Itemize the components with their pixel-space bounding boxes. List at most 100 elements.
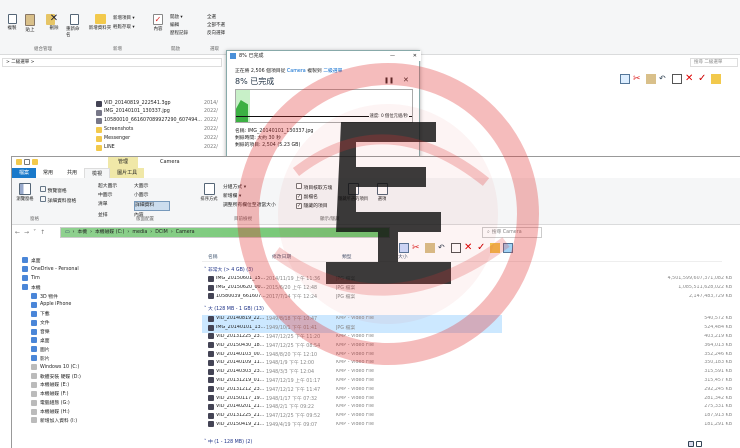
table-row[interactable]: VID_20140303_23... 1948/3/3 下午 12:04 KMP -… [202, 368, 732, 377]
cell-type: KMP - Video File [336, 386, 374, 392]
layout-medium[interactable]: 中圖示 [98, 192, 134, 200]
history-item[interactable]: 歷程記錄 [170, 30, 188, 38]
copy-icon[interactable] [620, 74, 630, 84]
details-pane-item[interactable]: 詳細資料窗格 [40, 196, 76, 206]
sidebar-item[interactable]: 文件 [22, 318, 192, 327]
layout-small[interactable]: 小圖示 [134, 192, 170, 200]
sidebar-item[interactable]: 圖片 [22, 345, 192, 354]
sidebar-item[interactable]: 下載 [22, 309, 192, 318]
tab-manage-context[interactable]: 管理 [108, 157, 138, 168]
up-arrow-icon[interactable]: ↑ [40, 229, 45, 236]
properties-icon[interactable] [24, 159, 30, 165]
large-icons-view-icon[interactable] [696, 441, 702, 447]
table-row[interactable]: VID_20150117_19... 1948/1/17 下午 07:32 KMP … [202, 394, 732, 403]
tab-home[interactable]: 常用 [36, 168, 60, 178]
open-item[interactable]: 開啟 ▾ [170, 14, 188, 22]
close-button[interactable]: ✕ [413, 51, 417, 61]
preview-pane-item[interactable]: 預覽窗格 [40, 186, 76, 196]
sidebar-item[interactable]: OneDrive - Personal [22, 265, 192, 274]
sidebar-item[interactable]: 軟體安裝 硬碟 (D:) [22, 372, 192, 381]
path-drive-c[interactable]: 本機磁碟 (C:) [95, 228, 124, 237]
sidebar-item[interactable]: 電腦組態 (G:) [22, 398, 192, 407]
cell-size: 187,913 KB [704, 413, 732, 419]
table-row[interactable]: VID_20131225_21... 1947/12/25 下午 09:52 KMP… [202, 412, 732, 421]
sort-by-button[interactable]: 排序方式 [198, 183, 220, 202]
sidebar-item[interactable]: Apple iPhone [22, 300, 192, 309]
edit-item[interactable]: 編輯 [170, 22, 188, 30]
details-view-icon[interactable] [688, 441, 694, 447]
layout-tiles[interactable]: 並排 [98, 212, 134, 220]
minimize-button[interactable]: — [390, 51, 395, 61]
tab-file[interactable]: 檔案 [12, 168, 37, 178]
delete-button[interactable]: ✕ 刪除 [46, 14, 62, 32]
path-sep: › [127, 230, 130, 235]
cell-size: 292,245 KB [704, 386, 732, 392]
video-file-icon [208, 351, 214, 358]
invert-selection[interactable]: 反向選擇 [207, 30, 225, 38]
properties-icon[interactable] [672, 74, 682, 84]
forward-arrow-icon[interactable]: → [24, 229, 29, 236]
table-row[interactable]: VID_20131219_01... 1947/12/19 上午 01:17 KMP… [202, 377, 732, 386]
navigation-pane-button[interactable]: 瀏覽窗格 [15, 183, 35, 202]
folder-icon[interactable] [16, 159, 22, 165]
cut-icon[interactable]: ✂ [633, 74, 643, 84]
chevron-down-icon[interactable]: ˅ [33, 229, 36, 236]
folder-icon [96, 136, 102, 143]
table-row[interactable]: VID_20131212_23... 1947/12/12 下午 11:47 KMP… [202, 385, 732, 394]
sidebar-item[interactable]: 新增加入資料 (I:) [22, 416, 192, 425]
back-search[interactable]: 搜尋 二級選單 [690, 58, 738, 67]
new-folder-icon[interactable] [711, 74, 721, 84]
back-arrow-icon[interactable]: ← [15, 229, 20, 236]
sidebar-item[interactable]: 音樂 [22, 327, 192, 336]
path-dcim[interactable]: DCIM [155, 228, 168, 237]
group-open: 開啟 [171, 47, 180, 52]
table-row[interactable]: VID_20150419_21... 1949/4/19 下午 09:07 KMP … [202, 421, 732, 430]
group-header-medium[interactable]: ˅ 中 (1 - 128 MB) (2) [204, 438, 252, 445]
tab-view[interactable]: 檢視 [84, 168, 111, 178]
tab-picture-tools[interactable]: 圖片工具 [110, 168, 145, 178]
sidebar-item[interactable]: 本機磁碟 (F:) [22, 389, 192, 398]
sidebar-item[interactable]: 本機磁碟 (E:) [22, 380, 192, 389]
sidebar-item-label: 下載 [40, 312, 50, 318]
sidebar-item-icon [31, 399, 37, 406]
easy-access[interactable]: 輕鬆存取 ▾ [113, 23, 135, 32]
properties-button[interactable]: ✓ 內容 [150, 14, 166, 32]
paste-icon[interactable] [646, 74, 656, 84]
sidebar-item[interactable]: 本機磁碟 (H:) [22, 407, 192, 416]
rename-button[interactable]: 重新命名 [66, 14, 82, 38]
copy-button[interactable]: 複製 [4, 14, 20, 31]
column-name[interactable]: 名稱 [208, 253, 218, 262]
select-none[interactable]: 全部不選 [207, 22, 225, 30]
list-item[interactable]: LINE 2022/ [96, 144, 226, 153]
path-this-pc[interactable]: 本機 [77, 228, 87, 237]
layout-details[interactable]: 詳細資料 [134, 201, 170, 211]
sidebar-item[interactable]: 桌面 [22, 256, 192, 265]
sidebar-item[interactable]: 3D 物件 [22, 292, 192, 301]
new-folder-button[interactable]: 新增資料夾 [89, 14, 111, 31]
layout-extra-large[interactable]: 超大圖示 [98, 183, 134, 191]
table-row[interactable]: VID_20140201_21... 1948/2/1 下午 09:22 KMP -… [202, 403, 732, 412]
undo-icon[interactable]: ↶ [659, 74, 669, 84]
layout-list[interactable]: 清單 [98, 201, 134, 211]
layout-large[interactable]: 大圖示 [134, 183, 170, 191]
select-all[interactable]: 全選 [207, 14, 225, 22]
new-folder-icon[interactable] [32, 159, 38, 165]
sidebar-item[interactable]: 桌面 [22, 336, 192, 345]
path-camera[interactable]: Camera [176, 228, 195, 237]
paste-button[interactable]: 貼上 [22, 14, 38, 33]
back-address-bar[interactable]: > 二級選單 > [2, 58, 222, 67]
check-icon[interactable]: ✓ [698, 74, 708, 84]
cell-size: 275,331 KB [704, 404, 732, 410]
sidebar-item[interactable]: 本機 [22, 283, 192, 292]
sidebar-item-icon [31, 381, 37, 388]
rename-label: 重新命名 [66, 27, 80, 38]
sidebar-item[interactable]: Windows 10 (C:) [22, 363, 192, 372]
path-media[interactable]: media [132, 228, 147, 237]
sidebar-item[interactable]: 影片 [22, 354, 192, 363]
sidebar-item[interactable]: Tim [22, 274, 192, 283]
new-item[interactable]: 新增項目 ▾ [113, 14, 135, 23]
image-file-icon [208, 284, 214, 291]
delete-x-icon[interactable]: ✕ [685, 74, 695, 84]
new-item-menu[interactable]: 新增項目 ▾ 輕鬆存取 ▾ [113, 14, 135, 32]
tab-share[interactable]: 共用 [60, 168, 84, 178]
